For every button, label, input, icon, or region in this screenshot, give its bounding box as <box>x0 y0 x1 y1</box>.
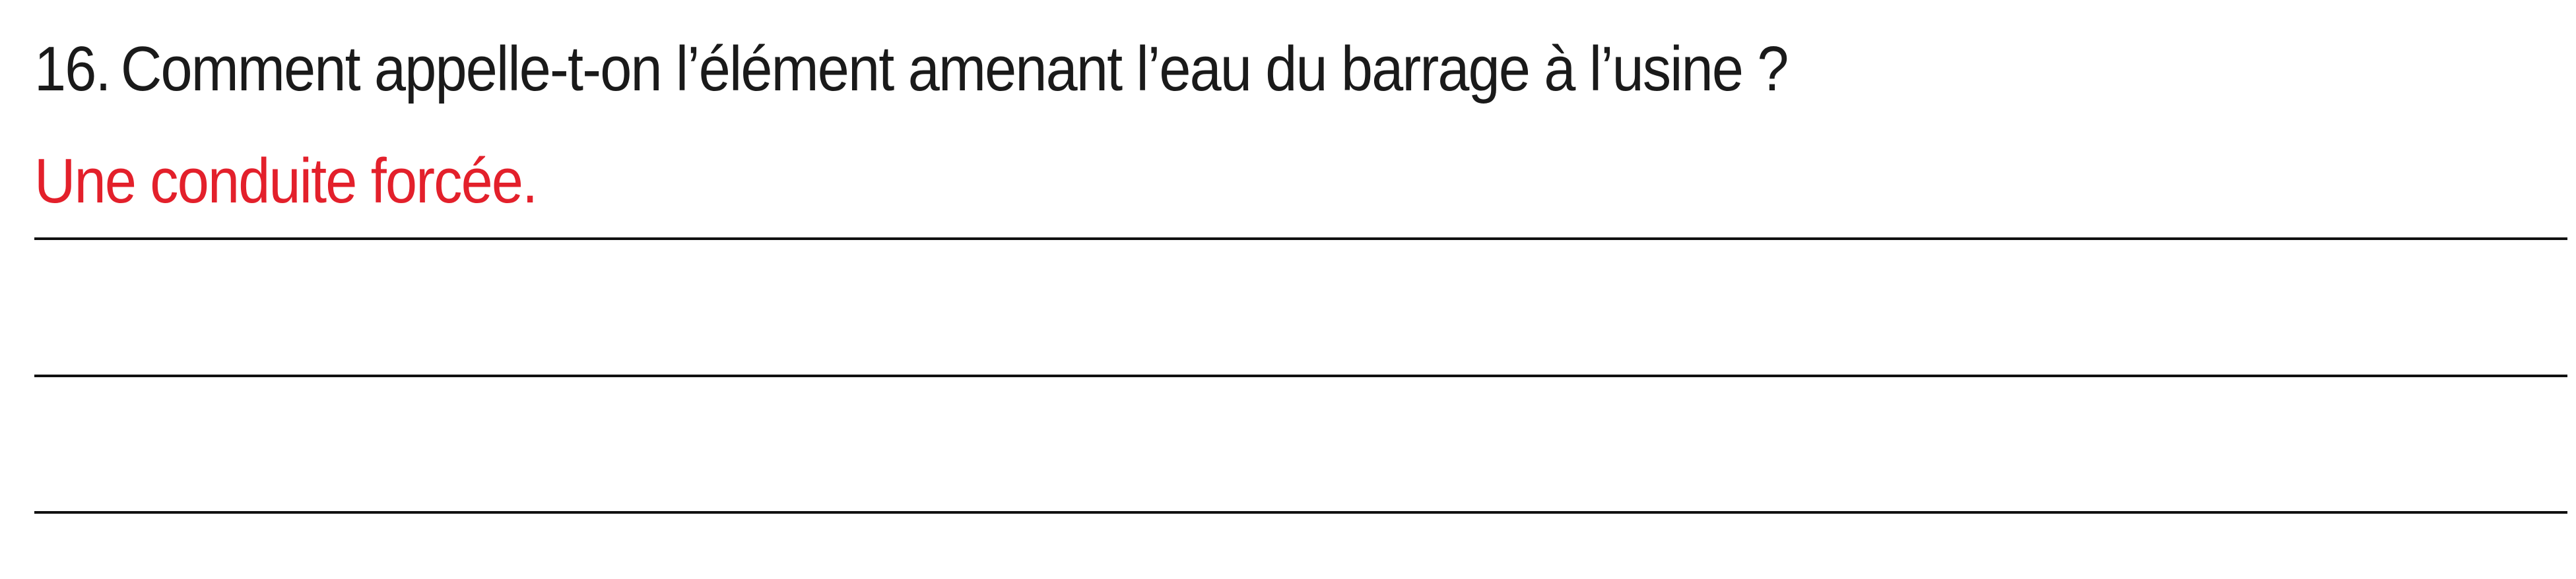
answer-line-2 <box>34 375 2567 377</box>
answer-text: Une conduite forcée. <box>34 146 538 216</box>
question-text: Comment appelle-t-on l’élément amenant l… <box>120 34 1789 104</box>
answer-line-1 <box>34 237 2567 240</box>
answer-line-3 <box>34 511 2567 514</box>
question-number: 16. <box>34 34 112 104</box>
question: 16. Comment appelle-t-on l’élément amenan… <box>34 34 1789 104</box>
